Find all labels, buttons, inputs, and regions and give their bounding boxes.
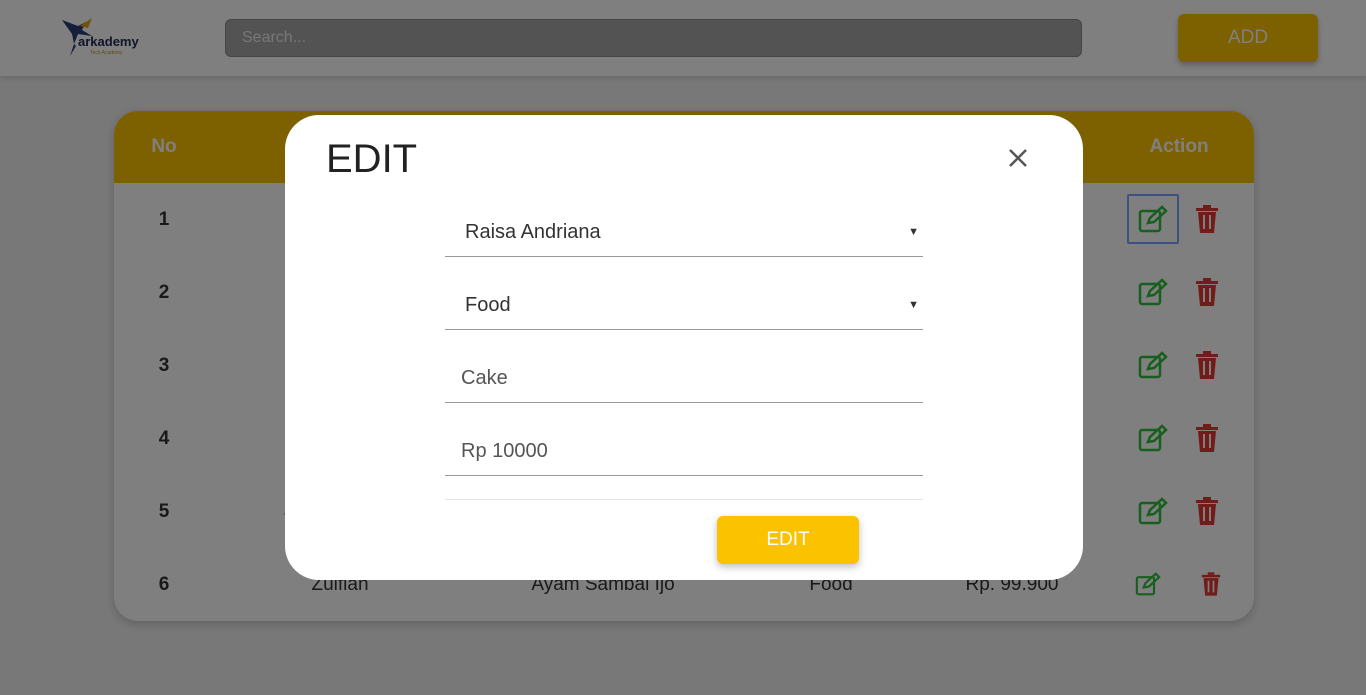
product-input-value: Cake: [461, 367, 508, 389]
edit-submit-button[interactable]: EDIT: [717, 516, 859, 564]
price-input-value: Rp 10000: [461, 440, 548, 462]
product-input[interactable]: Cake: [445, 353, 923, 403]
edit-modal: EDIT Raisa Andriana ▼ Food ▼ Cake Rp 100…: [285, 115, 1083, 580]
dropdown-caret-icon: ▼: [908, 226, 919, 238]
name-select[interactable]: Raisa Andriana ▼: [445, 207, 923, 257]
close-icon[interactable]: [1003, 143, 1033, 173]
category-select-value: Food: [465, 294, 511, 316]
divider: [445, 499, 923, 500]
modal-title: EDIT: [326, 137, 418, 181]
price-input[interactable]: Rp 10000: [445, 426, 923, 476]
dropdown-caret-icon: ▼: [908, 299, 919, 311]
name-select-value: Raisa Andriana: [465, 221, 601, 243]
category-select[interactable]: Food ▼: [445, 280, 923, 330]
